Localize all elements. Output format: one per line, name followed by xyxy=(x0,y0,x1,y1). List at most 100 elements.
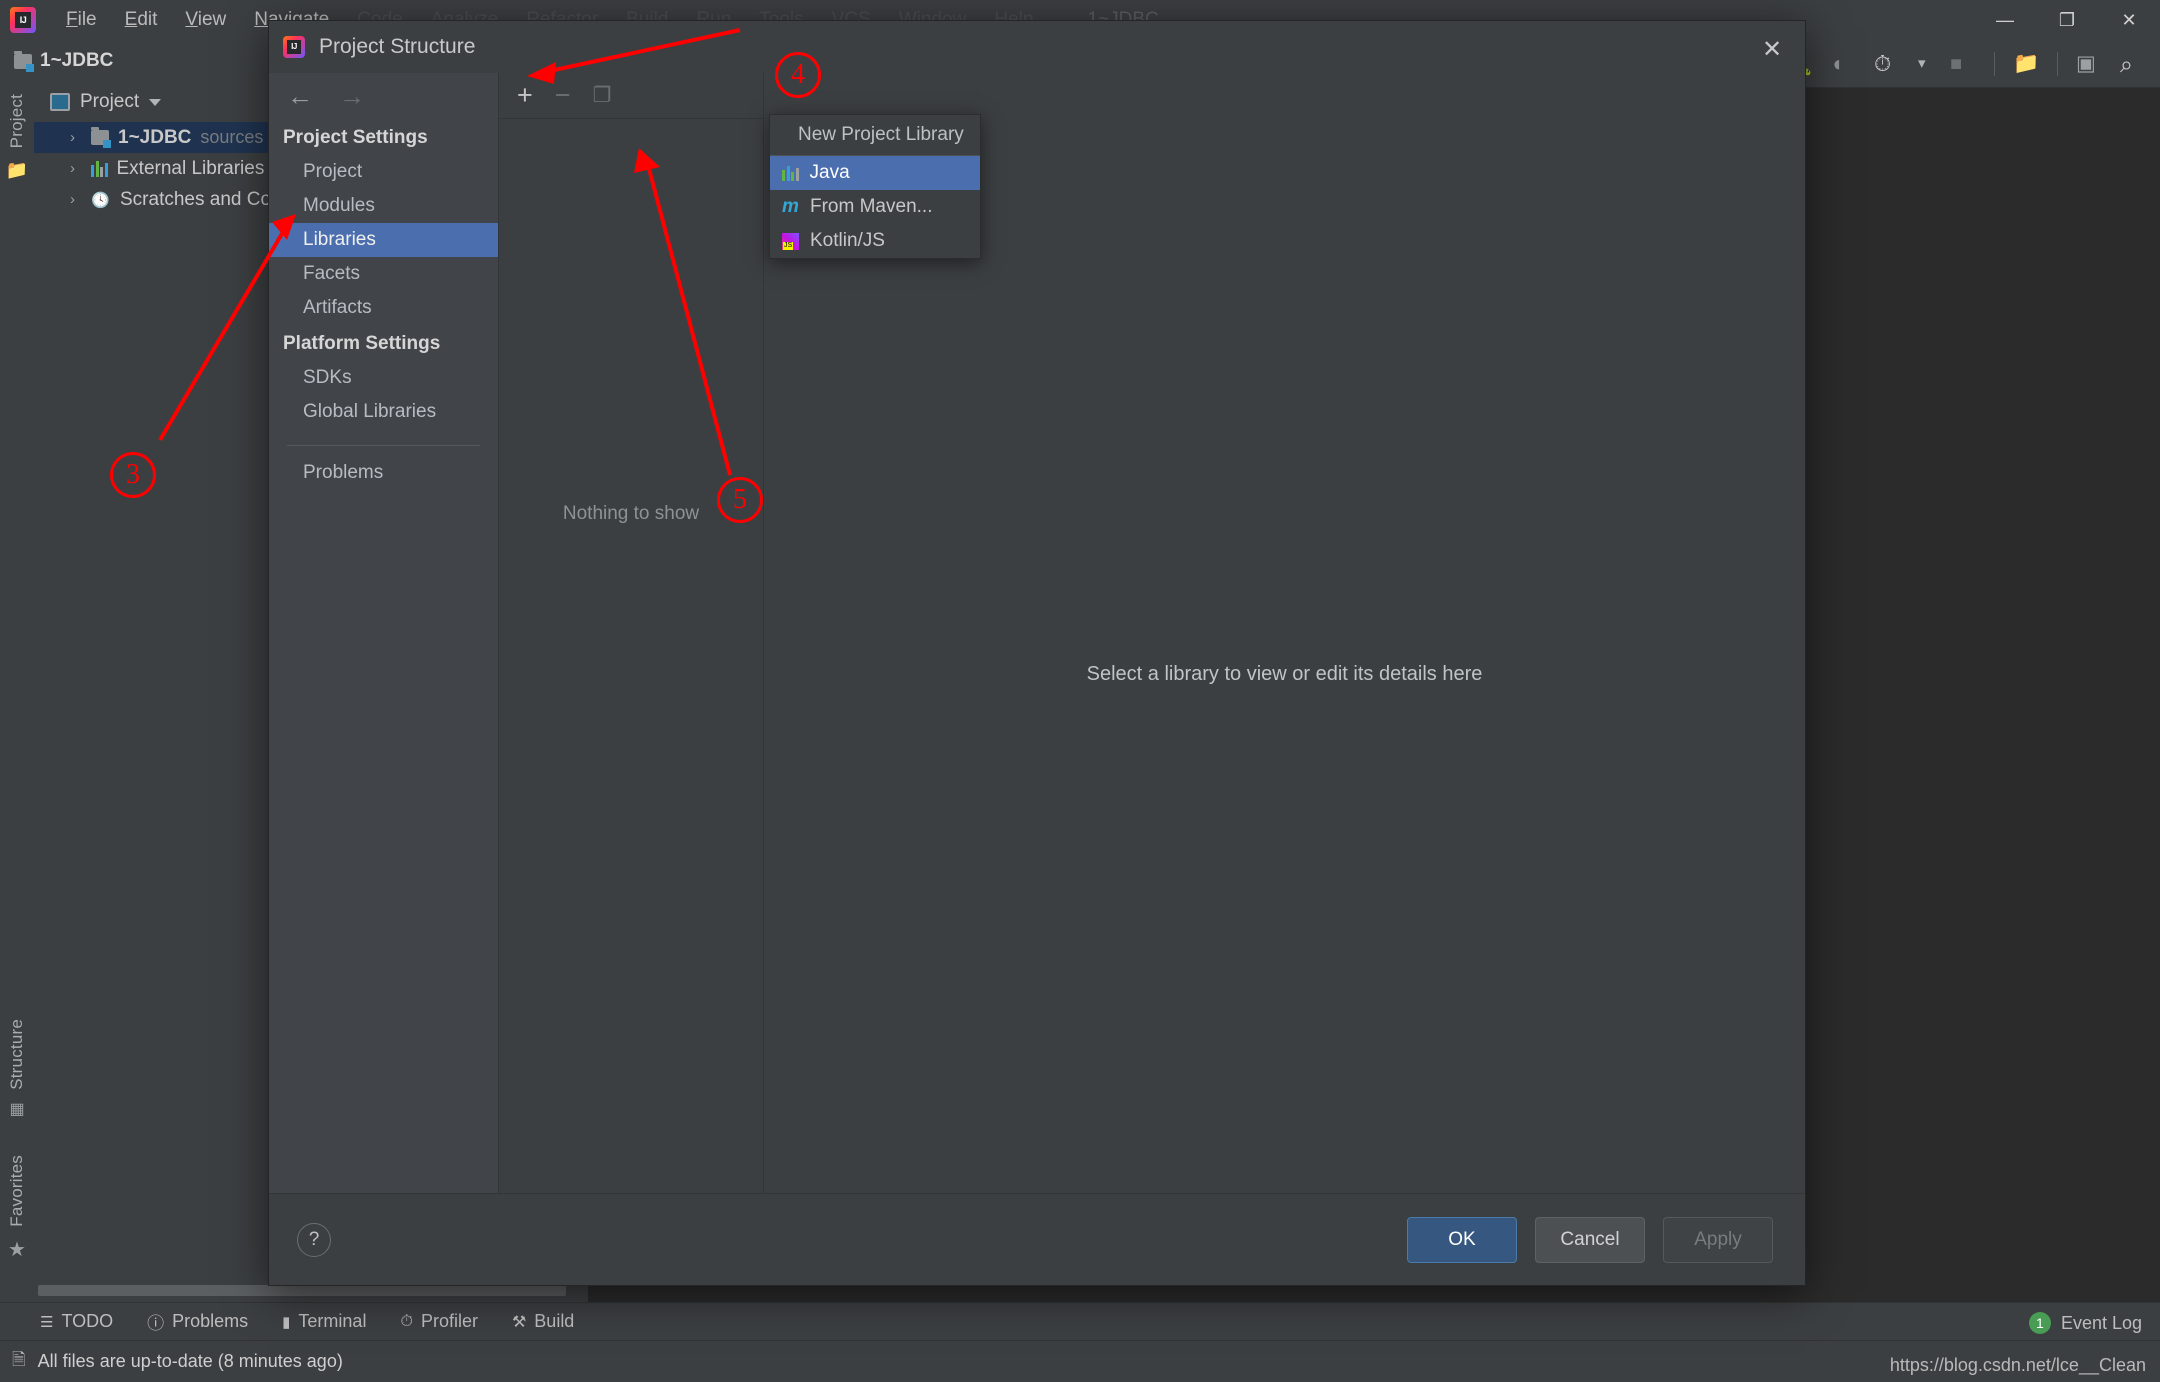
platform-settings-header: Platform Settings xyxy=(283,333,441,354)
project-settings-header: Project Settings xyxy=(283,127,428,148)
left-tool-strip-bottom: Structure ▦ Favorites ★ xyxy=(0,962,34,1272)
sidebar-item-modules[interactable]: Modules xyxy=(269,189,498,223)
expand-arrow-icon[interactable]: › xyxy=(70,129,82,146)
profiler-icon: ⏱ xyxy=(400,1312,413,1330)
back-button[interactable]: ← xyxy=(287,81,313,112)
tool-window-label: Problems xyxy=(172,1311,249,1331)
project-panel-title: Project xyxy=(80,91,140,112)
scratches-icon: 🕓 xyxy=(91,191,110,209)
dialog-footer: ? OK Cancel Apply xyxy=(269,1193,1805,1285)
help-button[interactable]: ? xyxy=(297,1222,331,1257)
file-icon: 🗎 xyxy=(12,1350,26,1369)
intellij-idea-logo xyxy=(10,7,36,33)
menu-item-edit[interactable]: Edit xyxy=(111,5,172,35)
run-with-coverage-button[interactable]: ◖ xyxy=(1830,51,1856,77)
left-tool-strip-top: Project 📁 xyxy=(0,88,34,288)
sidebar-item-artifacts[interactable]: Artifacts xyxy=(269,291,498,325)
dialog-title: Project Structure xyxy=(319,35,476,58)
toolbar-separator xyxy=(1994,51,1995,76)
sidebar-item-libraries[interactable]: Libraries xyxy=(269,223,498,257)
ok-button[interactable]: OK xyxy=(1407,1216,1517,1263)
project-structure-dialog: Project Structure ✕ ← → Project Settings… xyxy=(268,20,1806,1286)
apply-button: Apply xyxy=(1663,1216,1773,1263)
terminal-button[interactable]: ▣ xyxy=(2076,51,2102,77)
tool-window-bar: ☰ TODO ⓘ Problems ▮ Terminal ⏱ Profiler … xyxy=(0,1302,2160,1340)
tool-window-problems[interactable]: ⓘ Problems xyxy=(147,1309,248,1334)
status-message: All files are up-to-date (8 minutes ago) xyxy=(37,1351,343,1371)
tree-node-label: External Libraries xyxy=(116,157,265,179)
event-log-badge: 1 xyxy=(2028,1312,2051,1334)
popup-header: New Project Library xyxy=(770,115,980,156)
dialog-body: ← → Project Settings Project Modules Lib… xyxy=(269,73,1805,1193)
maximize-button[interactable]: ❐ xyxy=(2036,0,2098,40)
kotlin-js-icon xyxy=(782,232,799,250)
folder-icon: 📁 xyxy=(5,160,29,181)
tool-window-label: Build xyxy=(534,1311,575,1331)
sidebar-item-global-libraries[interactable]: Global Libraries xyxy=(269,395,498,429)
sidebar-item-sdks[interactable]: SDKs xyxy=(269,361,498,395)
expand-arrow-icon[interactable]: › xyxy=(70,160,82,177)
tree-node-label: 1~JDBC xyxy=(118,126,192,148)
chevron-down-icon[interactable] xyxy=(149,98,162,106)
dialog-title-bar: Project Structure xyxy=(269,21,1805,73)
problems-icon: ⓘ xyxy=(147,1314,165,1333)
tool-window-todo[interactable]: ☰ TODO xyxy=(40,1311,113,1332)
forward-button[interactable]: → xyxy=(339,81,365,112)
tool-strip-project-label[interactable]: Project xyxy=(7,88,27,154)
profiler-button[interactable]: ⏱ xyxy=(1874,51,1900,77)
tool-window-label: TODO xyxy=(61,1311,114,1331)
project-name-label: 1~JDBC xyxy=(40,50,114,71)
dialog-nav-buttons: ← → xyxy=(269,73,498,119)
project-structure-button[interactable]: 📁 xyxy=(2013,51,2039,77)
sidebar-item-project[interactable]: Project xyxy=(269,155,498,189)
search-everywhere-button[interactable]: ⌕ xyxy=(2120,51,2146,77)
nav-divider xyxy=(287,445,480,446)
popup-item-label: Kotlin/JS xyxy=(810,230,885,251)
dialog-nav-panel: ← → Project Settings Project Modules Lib… xyxy=(269,73,499,1193)
java-popup-item[interactable]: Java xyxy=(770,156,980,190)
status-bar: 🗎 All files are up-to-date (8 minutes ag… xyxy=(0,1340,2160,1382)
from-maven-popup-item[interactable]: m From Maven... xyxy=(770,190,980,224)
tool-strip-favorites-label[interactable]: Favorites xyxy=(7,1149,27,1233)
horizontal-scrollbar[interactable] xyxy=(38,1285,566,1296)
library-icon xyxy=(91,160,108,177)
ide-window: File Edit View Navigate Code Analyze Ref… xyxy=(0,0,2160,1382)
add-button[interactable]: + xyxy=(517,82,533,109)
sidebar-item-problems[interactable]: Problems xyxy=(269,456,498,490)
terminal-icon: ▮ xyxy=(282,1313,291,1331)
menu-item-view[interactable]: View xyxy=(171,5,240,35)
dialog-close-button[interactable]: ✕ xyxy=(1745,27,1799,71)
expand-arrow-icon[interactable]: › xyxy=(70,191,82,208)
copy-button: ❐ xyxy=(592,84,612,107)
close-button[interactable]: ✕ xyxy=(2098,0,2160,40)
kotlin-js-popup-item[interactable]: Kotlin/JS xyxy=(770,224,980,258)
tool-window-build[interactable]: ⚒ Build xyxy=(512,1311,574,1332)
event-log-label: Event Log xyxy=(2060,1312,2142,1333)
build-icon: ⚒ xyxy=(511,1313,527,1331)
libraries-list-panel: + − ❐ Nothing to show xyxy=(499,73,764,1193)
window-controls: — ❐ ✕ xyxy=(1974,0,2160,40)
tool-window-terminal[interactable]: ▮ Terminal xyxy=(282,1311,366,1332)
tool-window-profiler[interactable]: ⏱ Profiler xyxy=(400,1311,478,1332)
annotation-marker-4: 4 xyxy=(775,52,821,98)
libraries-toolbar: + − ❐ xyxy=(499,73,763,119)
intellij-idea-logo xyxy=(283,36,305,58)
new-library-popup: New Project Library Java m From Maven...… xyxy=(769,114,981,259)
project-window-icon xyxy=(50,93,70,111)
menu-item-file[interactable]: File xyxy=(52,5,111,35)
tool-window-label: Profiler xyxy=(420,1311,478,1331)
library-detail-empty-text: Select a library to view or edit its det… xyxy=(1086,663,1483,685)
tool-strip-structure-label[interactable]: Structure xyxy=(7,1013,27,1096)
popup-item-label: From Maven... xyxy=(810,196,933,217)
cancel-button[interactable]: Cancel xyxy=(1535,1216,1645,1263)
event-log-button[interactable]: 1 Event Log xyxy=(2028,1312,2142,1334)
annotation-marker-5: 5 xyxy=(717,477,763,523)
stop-button: ■ xyxy=(1950,52,1963,75)
module-folder-icon xyxy=(91,127,111,148)
structure-icon: ▦ xyxy=(9,1101,25,1119)
tool-window-label: Terminal xyxy=(298,1311,367,1331)
dropdown-arrow-icon[interactable]: ▾ xyxy=(1918,51,1932,77)
minimize-button[interactable]: — xyxy=(1974,0,2036,40)
module-folder-icon xyxy=(14,50,34,72)
sidebar-item-facets[interactable]: Facets xyxy=(269,257,498,291)
